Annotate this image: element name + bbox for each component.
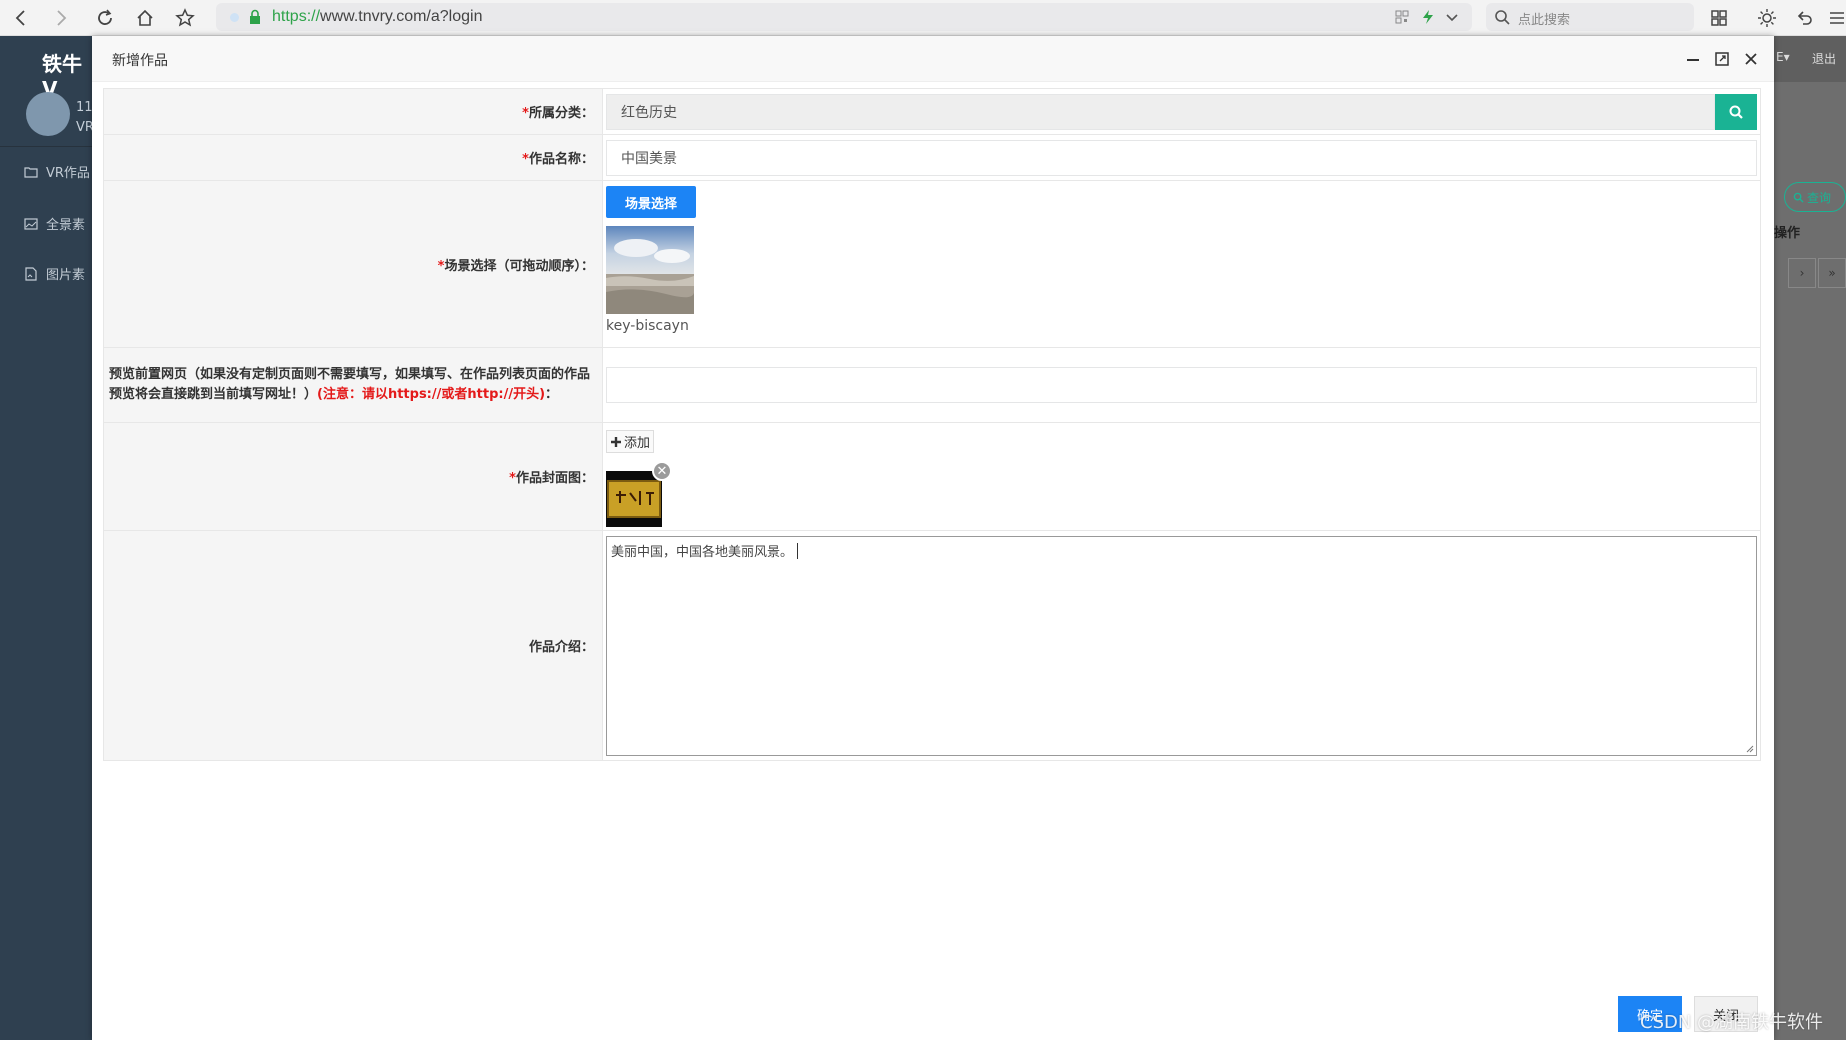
dialog-title: 新增作品 — [112, 53, 168, 69]
cover-image-item: ✕ — [606, 461, 672, 527]
form-row-preview-url: 预览前置网页（如果没有定制页面则不需要填写，如果填写、在作品列表页面的作品预览将… — [103, 347, 1761, 423]
field-label-scene: *场景选择（可拖动顺序）： — [103, 180, 603, 348]
scene-select-button[interactable]: 场景选择 — [606, 186, 696, 218]
form-row-intro: 作品介绍： 美丽中国，中国各地美丽风景。 — [103, 530, 1761, 761]
category-search-button[interactable] — [1715, 93, 1757, 130]
preview-url-input[interactable] — [606, 367, 1757, 403]
field-label-name: *作品名称： — [103, 134, 603, 181]
watermark: CSDN @湖南铁牛软件 — [1640, 1012, 1824, 1033]
avatar — [26, 92, 70, 136]
minimize-icon[interactable] — [1682, 48, 1704, 70]
forward-icon[interactable] — [48, 5, 74, 31]
pager-last[interactable]: » — [1818, 258, 1846, 288]
sidebar-item-vr-works[interactable]: VR作品 — [24, 162, 90, 181]
field-label-intro: 作品介绍： — [103, 530, 603, 761]
form-row-cover: *作品封面图： 添加 ✕ — [103, 422, 1761, 531]
query-button[interactable]: 查询 — [1784, 182, 1846, 212]
undo-icon[interactable] — [1792, 5, 1818, 31]
work-name-input[interactable]: 中国美景 — [606, 139, 1757, 176]
search-icon — [1495, 10, 1510, 25]
ops-column-header: 操作 — [1774, 226, 1801, 241]
url-text: https://www.tnvry.com/a?login — [272, 8, 483, 25]
brightness-icon[interactable] — [1754, 5, 1780, 31]
browser-search-box[interactable]: 点此搜索 — [1486, 3, 1694, 31]
field-label-category: *所属分类： — [103, 88, 603, 135]
cover-image[interactable] — [606, 471, 662, 527]
chevron-down-icon[interactable] — [1444, 9, 1460, 25]
field-label-preview-url: 预览前置网页（如果没有定制页面则不需要填写，如果填写、在作品列表页面的作品预览将… — [103, 347, 603, 423]
apps-grid-icon[interactable] — [1706, 5, 1732, 31]
search-placeholder: 点此搜索 — [1518, 13, 1571, 28]
plus-icon — [611, 436, 621, 447]
dialog-header: 新增作品 — [92, 36, 1774, 82]
form-row-name: *作品名称： 中国美景 — [103, 134, 1761, 181]
sidebar-divider — [0, 146, 92, 147]
lightning-icon[interactable] — [1420, 9, 1436, 25]
add-work-dialog: 新增作品 *所属分类： 红色历史 *作品名称： 中国美景 *场景选择（可拖动顺序… — [92, 36, 1774, 1040]
bookmark-star-icon[interactable] — [172, 5, 198, 31]
logout-link[interactable]: 退出 — [1812, 50, 1836, 67]
remove-cover-icon[interactable]: ✕ — [652, 461, 672, 481]
field-label-cover: *作品封面图： — [103, 422, 603, 531]
add-cover-button[interactable]: 添加 — [606, 430, 655, 453]
background-sidebar: 铁牛V 11 VR VR作品 全景素 图片素 — [0, 36, 94, 1040]
reload-icon[interactable] — [92, 5, 118, 31]
category-input[interactable]: 红色历史 — [606, 93, 1715, 130]
scene-thumbnail[interactable] — [606, 226, 694, 314]
qr-code-icon[interactable] — [1394, 9, 1410, 25]
sidebar-item-pictures[interactable]: 图片素 — [24, 264, 85, 283]
maximize-icon[interactable] — [1711, 48, 1733, 70]
folder-icon — [24, 166, 38, 178]
back-icon[interactable] — [8, 5, 34, 31]
browser-toolbar: https://www.tnvry.com/a?login 点此搜索 — [0, 0, 1846, 36]
address-bar[interactable]: https://www.tnvry.com/a?login — [216, 3, 1472, 31]
resize-handle-icon[interactable] — [1744, 743, 1754, 753]
background-topbar: E▾ 退出 — [1774, 36, 1846, 82]
image-icon — [24, 217, 38, 230]
text-caret — [797, 542, 799, 559]
form-row-category: *所属分类： 红色历史 — [103, 88, 1761, 135]
scene-name: key-biscayn — [606, 318, 689, 334]
pager-next[interactable]: › — [1788, 258, 1816, 288]
form-row-scene: *场景选择（可拖动顺序）： 场景选择 key-biscayn — [103, 180, 1761, 348]
menu-icon[interactable] — [1826, 5, 1846, 31]
search-icon — [1793, 192, 1804, 203]
search-icon — [1729, 105, 1743, 119]
lock-icon — [250, 9, 260, 24]
background-content-right: E▾ 退出 查询 操作 › » — [1774, 36, 1846, 1040]
site-info-icon[interactable] — [230, 13, 239, 22]
file-image-icon — [25, 266, 37, 281]
intro-textarea[interactable]: 美丽中国，中国各地美丽风景。 — [606, 535, 1757, 756]
form-table: *所属分类： 红色历史 *作品名称： 中国美景 *场景选择（可拖动顺序）： 场景… — [103, 88, 1761, 761]
close-icon[interactable] — [1740, 48, 1762, 70]
sidebar-item-panorama[interactable]: 全景素 — [24, 214, 85, 233]
home-icon[interactable] — [132, 5, 158, 31]
